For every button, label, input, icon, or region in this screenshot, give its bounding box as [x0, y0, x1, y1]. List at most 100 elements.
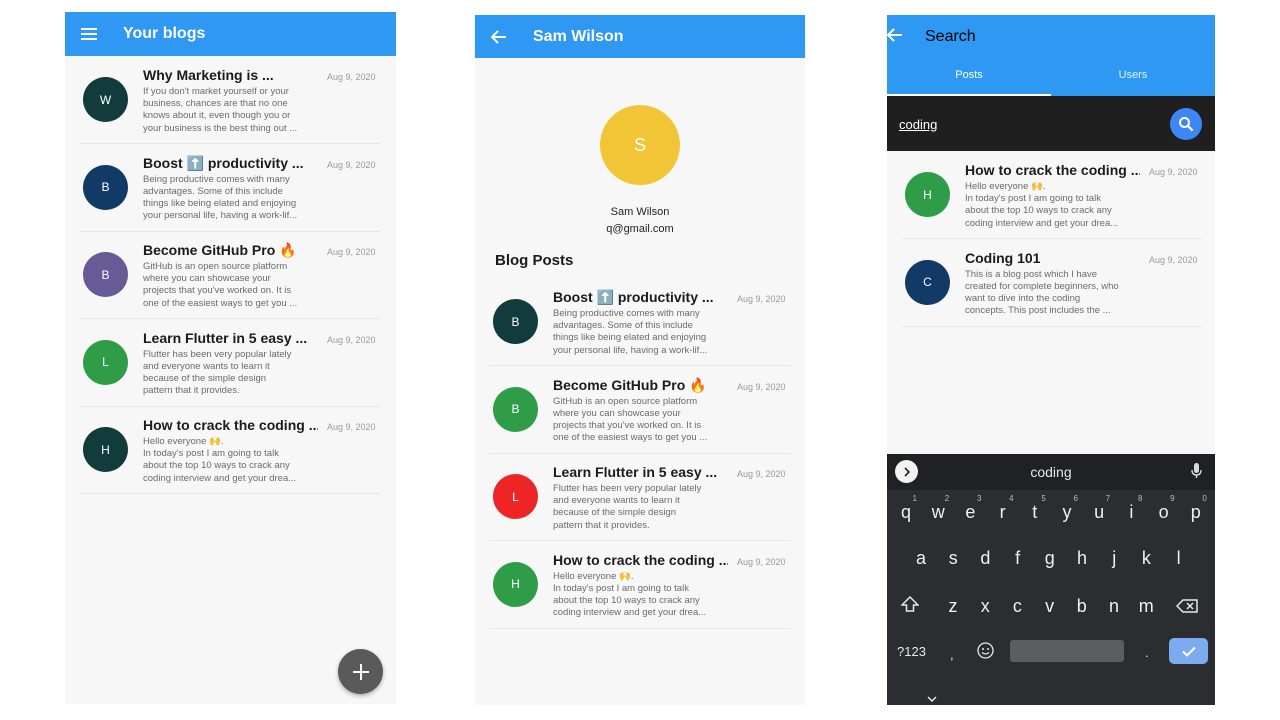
- key-b[interactable]: b: [1067, 588, 1097, 624]
- blog-post-item[interactable]: C Coding 101 This is a blog post which I h…: [902, 239, 1202, 327]
- arrow-left-icon[interactable]: [887, 27, 903, 47]
- post-date: Aug 9, 2020: [327, 159, 376, 170]
- search-button[interactable]: [1170, 108, 1202, 140]
- symbols-key[interactable]: ?123: [897, 644, 926, 659]
- key-hint: 9: [1170, 494, 1175, 503]
- avatar: W: [83, 77, 128, 122]
- key-f[interactable]: f: [1003, 540, 1033, 576]
- key-label: a: [915, 547, 926, 568]
- comma-key[interactable]: ,: [950, 647, 954, 662]
- key-label: r: [999, 501, 1006, 522]
- key-hint: 1: [912, 494, 917, 503]
- tab-users[interactable]: Users: [1051, 69, 1215, 81]
- add-post-button[interactable]: [338, 649, 383, 694]
- app-bar: Your blogs: [65, 12, 396, 56]
- blog-post-item[interactable]: H How to crack the coding ... Hello everyo…: [80, 406, 380, 494]
- keyboard: coding q1w2e3r4t5y6u7i8o9p0 asdfghjkl zx…: [887, 454, 1215, 705]
- period-key[interactable]: .: [1145, 645, 1149, 660]
- word-suggestion[interactable]: coding: [887, 464, 1215, 480]
- key-q[interactable]: q1: [891, 494, 921, 530]
- key-z[interactable]: z: [938, 588, 968, 624]
- key-p[interactable]: p0: [1181, 494, 1211, 530]
- key-l[interactable]: l: [1164, 540, 1194, 576]
- profile-email: q@gmail.com: [606, 223, 674, 235]
- post-excerpt: GitHub is an open source platform where …: [143, 261, 298, 309]
- enter-key[interactable]: [1169, 638, 1208, 664]
- blog-post-item[interactable]: B Become GitHub Pro 🔥 GitHub is an open so…: [80, 231, 380, 319]
- key-hint: 5: [1041, 494, 1046, 503]
- post-date: Aug 9, 2020: [327, 422, 376, 432]
- avatar: B: [493, 299, 538, 344]
- key-label: q: [900, 501, 911, 522]
- key-u[interactable]: u7: [1084, 494, 1114, 530]
- key-i[interactable]: i8: [1116, 494, 1146, 530]
- avatar: H: [905, 172, 950, 217]
- blog-post-item[interactable]: L Learn Flutter in 5 easy ... Flutter has …: [80, 319, 380, 407]
- avatar: L: [493, 474, 538, 519]
- key-v[interactable]: v: [1035, 588, 1065, 624]
- key-hint: 2: [944, 494, 950, 503]
- key-w[interactable]: w2: [923, 494, 953, 530]
- avatar: L: [83, 339, 128, 385]
- blog-post-item[interactable]: H How to crack the coding ... Hello everyo…: [490, 541, 790, 629]
- blog-post-item[interactable]: B Boost ⬆️ productivity ... Being producti…: [490, 278, 790, 366]
- blog-post-item[interactable]: B Become GitHub Pro 🔥 GitHub is an open so…: [490, 366, 790, 454]
- emoji-icon[interactable]: [977, 642, 994, 664]
- spacebar[interactable]: [1010, 640, 1124, 662]
- arrow-left-icon[interactable]: [488, 26, 510, 48]
- key-x[interactable]: x: [970, 588, 1000, 624]
- blog-post-item[interactable]: W Why Marketing is ... If you don't market…: [80, 56, 380, 144]
- key-hint: 7: [1105, 494, 1111, 503]
- blog-post-item[interactable]: B Boost ⬆️ productivity ... Being producti…: [80, 144, 380, 232]
- key-n[interactable]: n: [1099, 588, 1129, 624]
- search-header: Search Posts Users: [887, 15, 1215, 96]
- key-m[interactable]: m: [1131, 588, 1161, 624]
- key-label: o: [1158, 501, 1169, 522]
- post-title: Why Marketing is ...: [143, 67, 274, 83]
- key-hint: 3: [976, 494, 982, 503]
- backspace-icon[interactable]: [1175, 599, 1198, 618]
- page-title: Search: [925, 28, 976, 45]
- key-label: b: [1076, 595, 1087, 616]
- shift-icon[interactable]: [900, 595, 920, 617]
- search-input[interactable]: [899, 114, 1149, 134]
- post-excerpt: Hello everyone 🙌. In today's post I am g…: [143, 436, 297, 484]
- key-e[interactable]: e3: [955, 494, 985, 530]
- blog-post-item[interactable]: L Learn Flutter in 5 easy ... Flutter has …: [490, 453, 790, 541]
- check-icon: [1181, 646, 1196, 657]
- post-title: How to crack the coding ...: [143, 417, 318, 433]
- key-c[interactable]: c: [1002, 588, 1032, 624]
- post-date: Aug 9, 2020: [737, 381, 786, 392]
- key-y[interactable]: y6: [1052, 494, 1082, 530]
- section-title: Blog Posts: [495, 252, 574, 269]
- post-title: Learn Flutter in 5 easy ...: [553, 464, 718, 480]
- key-label: f: [1015, 547, 1021, 568]
- key-s[interactable]: s: [938, 540, 968, 576]
- key-hint: 4: [1009, 494, 1014, 503]
- key-label: x: [980, 595, 990, 616]
- mic-icon[interactable]: [1191, 463, 1202, 484]
- post-date: Aug 9, 2020: [737, 469, 786, 479]
- key-label: h: [1076, 547, 1087, 568]
- key-r[interactable]: r4: [988, 494, 1018, 530]
- key-h[interactable]: h: [1067, 540, 1097, 576]
- key-d[interactable]: d: [970, 540, 1000, 576]
- chevron-down-icon[interactable]: [927, 690, 937, 705]
- key-label: c: [1012, 595, 1022, 616]
- post-title: Coding 101: [965, 249, 1041, 266]
- key-j[interactable]: j: [1099, 540, 1129, 576]
- tab-posts[interactable]: Posts: [887, 69, 1051, 81]
- menu-icon[interactable]: [78, 23, 100, 45]
- screen-your-blogs: Your blogs W Why Marketing is ... If you d…: [65, 12, 396, 704]
- post-date: Aug 9, 2020: [327, 247, 376, 257]
- key-label: k: [1141, 547, 1151, 568]
- post-excerpt: Being productive comes with many advanta…: [553, 308, 708, 356]
- key-k[interactable]: k: [1131, 540, 1161, 576]
- key-o[interactable]: o9: [1149, 494, 1179, 530]
- blog-post-item[interactable]: H How to crack the coding ... Hello everyo…: [902, 151, 1202, 239]
- key-label: y: [1062, 501, 1072, 522]
- key-a[interactable]: a: [906, 540, 936, 576]
- key-t[interactable]: t5: [1020, 494, 1050, 530]
- key-g[interactable]: g: [1035, 540, 1065, 576]
- key-label: w: [931, 501, 945, 522]
